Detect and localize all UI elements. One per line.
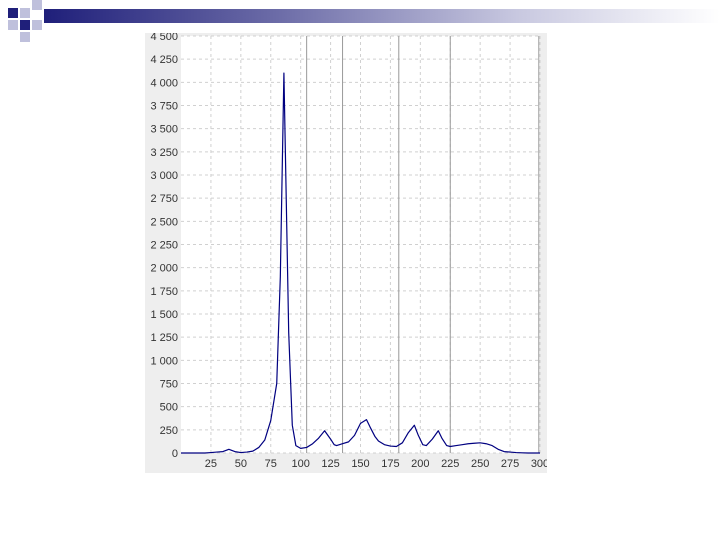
y-tick-label: 3 000	[150, 170, 178, 182]
decoration-square-light-3	[32, 0, 42, 10]
y-tick-label: 1 500	[150, 309, 178, 321]
y-tick-label: 750	[160, 379, 178, 391]
decoration-square-dark-1	[8, 8, 18, 18]
decoration-square-light-5	[20, 32, 30, 42]
x-tick-label: 125	[321, 458, 339, 470]
y-tick-label: 2 500	[150, 216, 178, 228]
x-tick-label: 50	[235, 458, 247, 470]
y-tick-label: 1 250	[150, 332, 178, 344]
chart-panel: 25 50 75 100 125 150 175 200 225 250 275 300 0 250 50…	[145, 33, 547, 473]
y-tick-label: 3 250	[150, 147, 178, 159]
x-tick-label: 300	[531, 458, 547, 470]
x-tick-label: 75	[265, 458, 277, 470]
x-axis-tick-labels: 25 50 75 100 125 150 175 200 225 250 275 300	[205, 458, 547, 470]
x-tick-label: 200	[411, 458, 429, 470]
y-tick-label: 4 250	[150, 54, 178, 66]
y-axis-tick-labels: 0 250 500 750 1 000 1 250 1 500 1 750 2 000 2 250…	[150, 33, 178, 460]
x-tick-label: 275	[501, 458, 519, 470]
x-tick-label: 225	[441, 458, 459, 470]
y-tick-label: 0	[172, 448, 178, 460]
x-tick-label: 100	[291, 458, 309, 470]
y-tick-label: 4 000	[150, 77, 178, 89]
decoration-square-light-4	[32, 20, 42, 30]
y-tick-label: 1 750	[150, 286, 178, 298]
y-tick-label: 2 000	[150, 263, 178, 275]
y-tick-label: 1 000	[150, 355, 178, 367]
decoration-gradient-bar	[44, 9, 720, 23]
decoration-square-light-2	[8, 20, 18, 30]
decoration-square-light-1	[20, 8, 30, 18]
x-tick-label: 250	[471, 458, 489, 470]
y-tick-label: 3 750	[150, 101, 178, 113]
line-chart: 25 50 75 100 125 150 175 200 225 250 275 300 0 250 50…	[150, 33, 547, 470]
y-tick-label: 2 250	[150, 240, 178, 252]
y-tick-label: 2 750	[150, 193, 178, 205]
y-tick-label: 250	[160, 425, 178, 437]
y-tick-label: 4 500	[150, 33, 178, 43]
x-tick-label: 150	[351, 458, 369, 470]
y-tick-label: 3 500	[150, 124, 178, 136]
decoration-square-dark-2	[20, 20, 30, 30]
y-tick-label: 500	[160, 402, 178, 414]
x-tick-label: 25	[205, 458, 217, 470]
x-tick-label: 175	[381, 458, 399, 470]
